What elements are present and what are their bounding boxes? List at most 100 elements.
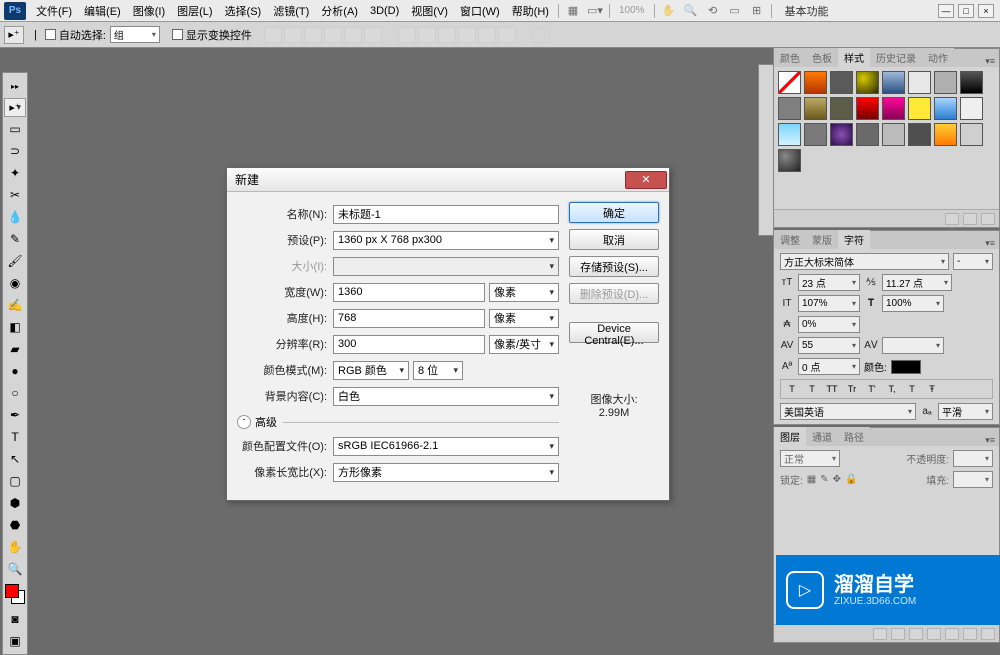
tab-mask[interactable]: 蒙版 xyxy=(806,230,838,249)
strike[interactable]: Ŧ xyxy=(923,382,941,396)
tab-swatch[interactable]: 色板 xyxy=(806,48,838,67)
style-swatch[interactable] xyxy=(908,71,931,94)
style-swatch[interactable] xyxy=(882,71,905,94)
tab-actions[interactable]: 动作 xyxy=(922,48,954,67)
tool-preset-icon[interactable]: ▸⁺ xyxy=(4,26,24,44)
style-swatch[interactable] xyxy=(830,97,853,120)
auto-select-dropdown[interactable]: 组 xyxy=(110,26,160,43)
style-swatch[interactable] xyxy=(778,123,801,146)
style-swatch[interactable] xyxy=(778,97,801,120)
group-icon[interactable] xyxy=(945,628,959,640)
hand-icon[interactable]: ✋ xyxy=(660,3,678,19)
style-swatch[interactable] xyxy=(934,71,957,94)
leading-input[interactable]: 11.27 点 xyxy=(882,274,952,291)
menu-file[interactable]: 文件(F) xyxy=(30,3,78,19)
tab-paths[interactable]: 路径 xyxy=(838,427,870,446)
name-input[interactable] xyxy=(333,205,559,224)
hand-tool[interactable]: ✋ xyxy=(4,537,26,557)
vscale-input[interactable]: 107% xyxy=(798,295,860,312)
eyedropper-tool[interactable]: 💧 xyxy=(4,207,26,227)
faux-bold[interactable]: T xyxy=(783,382,801,396)
stamp-tool[interactable]: ◉ xyxy=(4,273,26,293)
bridge-icon[interactable]: ▦ xyxy=(564,3,582,19)
style-swatch[interactable] xyxy=(908,97,931,120)
lang-select[interactable]: 美国英语 xyxy=(780,403,916,420)
style-swatch[interactable] xyxy=(778,71,801,94)
link-icon[interactable] xyxy=(873,628,887,640)
menu-3d[interactable]: 3D(D) xyxy=(364,5,405,17)
eraser-tool[interactable]: ◧ xyxy=(4,317,26,337)
show-transform-checkbox[interactable]: 显示变换控件 xyxy=(172,27,252,43)
dist-vcenter-icon[interactable] xyxy=(418,27,436,43)
save-preset-button[interactable]: 存储预设(S)... xyxy=(569,256,659,277)
dodge-tool[interactable]: ○ xyxy=(4,383,26,403)
clear-style-icon[interactable] xyxy=(945,213,959,225)
auto-select-checkbox[interactable]: 自动选择: xyxy=(45,27,106,43)
dist-hcenter-icon[interactable] xyxy=(478,27,496,43)
style-swatch[interactable] xyxy=(778,149,801,172)
arrange-icon[interactable]: ▭ xyxy=(726,3,744,19)
align-left-icon[interactable] xyxy=(324,27,342,43)
type-tool[interactable]: T xyxy=(4,427,26,447)
history-icon[interactable]: ▭▾ xyxy=(586,3,604,19)
close-button[interactable]: × xyxy=(978,4,994,18)
menu-help[interactable]: 帮助(H) xyxy=(506,3,555,19)
auto-align-icon[interactable] xyxy=(532,27,550,43)
menu-layer[interactable]: 图层(L) xyxy=(171,3,218,19)
font-style-select[interactable]: - xyxy=(953,253,993,270)
minimize-button[interactable]: — xyxy=(938,4,954,18)
lock-trans-icon[interactable]: ▦ xyxy=(807,474,816,485)
small-caps[interactable]: Tr xyxy=(843,382,861,396)
menu-analysis[interactable]: 分析(A) xyxy=(315,3,364,19)
tab-history[interactable]: 历史记录 xyxy=(870,48,922,67)
history-brush-tool[interactable]: ✍ xyxy=(4,295,26,315)
lock-all-icon[interactable]: 🔒 xyxy=(845,474,857,485)
tracking-input[interactable]: 0% xyxy=(798,316,860,333)
gradient-tool[interactable]: ▰ xyxy=(4,339,26,359)
maximize-button[interactable]: □ xyxy=(958,4,974,18)
newlayer-icon[interactable] xyxy=(963,628,977,640)
fill-input[interactable] xyxy=(953,471,993,488)
mask-icon[interactable] xyxy=(909,628,923,640)
dist-left-icon[interactable] xyxy=(458,27,476,43)
kerning-input[interactable]: 55 xyxy=(798,337,860,354)
style-swatch[interactable] xyxy=(804,97,827,120)
aa-select[interactable]: 平滑 xyxy=(938,403,993,420)
zoom-level[interactable]: 100% xyxy=(619,5,645,16)
height-unit-select[interactable]: 像素 xyxy=(489,309,559,328)
style-swatch[interactable] xyxy=(804,71,827,94)
rotate-icon[interactable]: ⟲ xyxy=(704,3,722,19)
lasso-tool[interactable]: ⊃ xyxy=(4,141,26,161)
style-swatch[interactable] xyxy=(960,97,983,120)
trash-icon[interactable] xyxy=(981,628,995,640)
fx-icon[interactable] xyxy=(891,628,905,640)
lock-paint-icon[interactable]: ✎ xyxy=(820,474,828,485)
zoom-tool[interactable]: 🔍 xyxy=(4,559,26,579)
cancel-button[interactable]: 取消 xyxy=(569,229,659,250)
menu-image[interactable]: 图像(I) xyxy=(127,3,171,19)
3d-tool[interactable]: ⬢ xyxy=(4,493,26,513)
brush-tool[interactable]: 🖌 xyxy=(4,251,26,271)
move-tool[interactable]: ▸⁺ xyxy=(4,98,26,117)
font-size-input[interactable]: 23 点 xyxy=(798,274,860,291)
adjust-icon[interactable] xyxy=(927,628,941,640)
zoom-icon[interactable]: 🔍 xyxy=(682,3,700,19)
dialog-close-button[interactable]: ✕ xyxy=(625,171,667,189)
profile-select[interactable]: sRGB IEC61966-2.1 xyxy=(333,437,559,456)
menu-select[interactable]: 选择(S) xyxy=(219,3,268,19)
blend-mode-select[interactable]: 正常 xyxy=(780,450,840,467)
superscript[interactable]: T' xyxy=(863,382,881,396)
pen-tool[interactable]: ✒ xyxy=(4,405,26,425)
panel-menu-icon[interactable]: ▾≡ xyxy=(981,56,999,67)
hscale-input[interactable]: 100% xyxy=(882,295,944,312)
3d-camera-tool[interactable]: ⬣ xyxy=(4,515,26,535)
crop-tool[interactable]: ✂ xyxy=(4,185,26,205)
tab-layers[interactable]: 图层 xyxy=(774,427,806,446)
depth-select[interactable]: 8 位 xyxy=(413,361,463,380)
menu-window[interactable]: 窗口(W) xyxy=(454,3,506,19)
align-right-icon[interactable] xyxy=(364,27,382,43)
trash-icon[interactable] xyxy=(981,213,995,225)
marquee-tool[interactable]: ▭ xyxy=(4,119,26,139)
style-swatch[interactable] xyxy=(934,97,957,120)
align-hcenter-icon[interactable] xyxy=(344,27,362,43)
